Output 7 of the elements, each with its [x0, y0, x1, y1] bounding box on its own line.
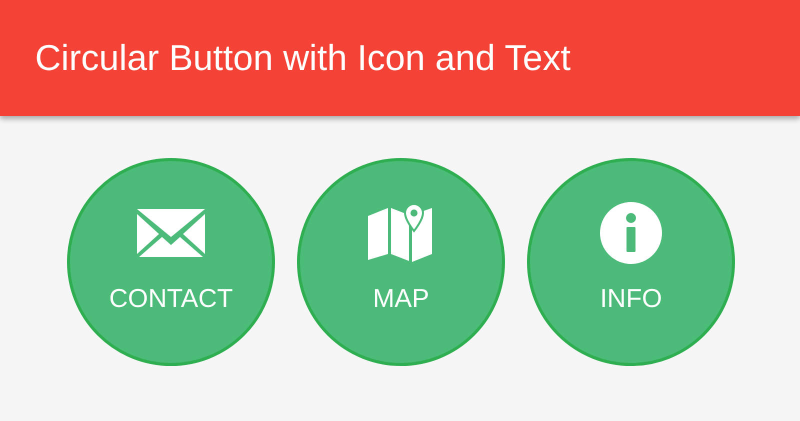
app-title: Circular Button with Icon and Text: [35, 36, 571, 80]
circular-button[interactable]: CONTACT: [67, 158, 275, 366]
circular-button[interactable]: INFO: [527, 158, 735, 366]
circular-button[interactable]: MAP: [297, 158, 505, 366]
envelope-icon: [137, 209, 205, 257]
info-icon: [600, 202, 662, 264]
map-icon: [368, 204, 434, 262]
